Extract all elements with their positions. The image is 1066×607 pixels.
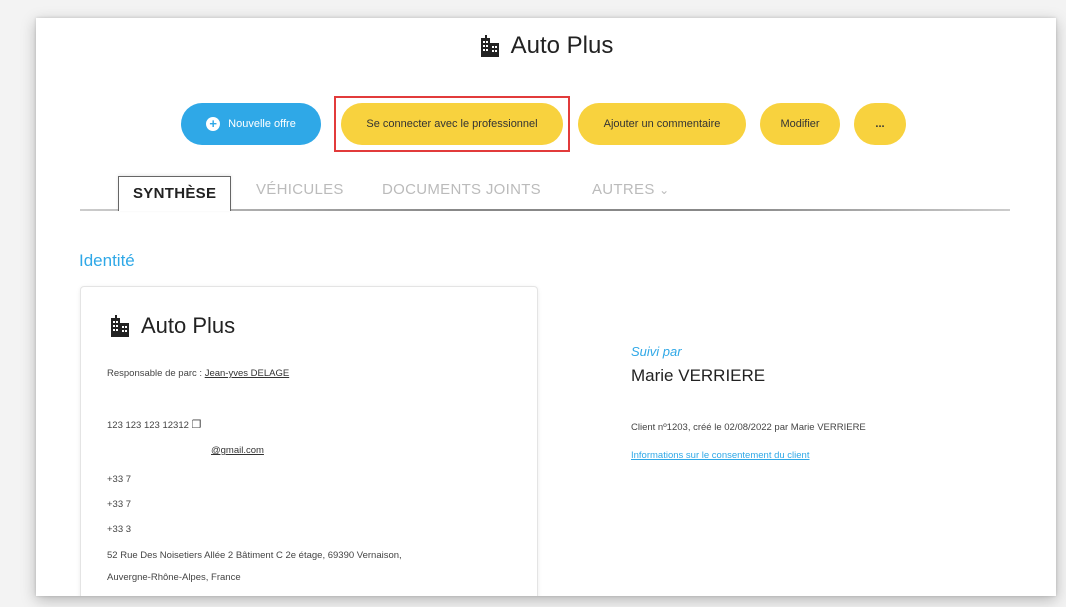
address-line-1: 52 Rue Des Noisetiers Allée 2 Bâtiment C…: [107, 550, 402, 561]
tab-synthese[interactable]: SYNTHÈSE: [118, 176, 232, 211]
address-line-2: Auvergne-Rhône-Alpes, France: [107, 572, 241, 583]
plus-icon: +: [206, 117, 221, 131]
email-link[interactable]: @gmail.com: [211, 445, 264, 456]
siret-value: 123 123 123 12312: [107, 420, 189, 431]
tab-vehicules[interactable]: VÉHICULES: [256, 181, 344, 198]
building-icon: [480, 35, 499, 57]
phone-1: +33 7: [107, 474, 132, 485]
copy-icon[interactable]: ❐: [192, 419, 202, 431]
connect-professional-button[interactable]: Se connecter avec le professionnel: [341, 103, 563, 145]
tab-bar: SYNTHÈSE VÉHICULES DOCUMENTS JOINTS AUTR…: [80, 171, 1010, 215]
tab-autres[interactable]: AUTRES ⌄: [592, 181, 669, 198]
manager-line: Responsable de parc : Jean-yves DELAGE: [107, 368, 289, 379]
more-button[interactable]: ...: [854, 103, 906, 145]
manager-label: Responsable de parc :: [107, 368, 203, 379]
followed-by-name: Marie VERRIERE: [631, 366, 766, 385]
new-offer-label: Nouvelle offre: [228, 118, 296, 130]
chevron-down-icon: ⌄: [659, 183, 670, 197]
consent-link[interactable]: Informations sur le consentement du clie…: [631, 450, 809, 461]
tab-autres-label: AUTRES: [592, 181, 655, 198]
new-offer-button[interactable]: + Nouvelle offre: [181, 103, 321, 145]
add-comment-button[interactable]: Ajouter un commentaire: [578, 103, 746, 145]
followed-by-block: Suivi par Marie VERRIERE Client nº1203, …: [631, 344, 866, 461]
edit-button[interactable]: Modifier: [760, 103, 840, 145]
client-info: Client nº1203, créé le 02/08/2022 par Ma…: [631, 422, 866, 433]
phone-3: +33 3: [107, 524, 132, 535]
identity-section-title: Identité: [79, 251, 135, 270]
action-bar: + Nouvelle offre Se connecter avec le pr…: [181, 96, 906, 152]
building-icon: [111, 315, 129, 337]
client-window: Auto Plus + Nouvelle offre Se connecter …: [36, 18, 1056, 596]
manager-link[interactable]: Jean-yves DELAGE: [205, 368, 289, 379]
identity-card: Auto Plus Responsable de parc : Jean-yve…: [80, 286, 538, 596]
followed-by-label: Suivi par: [631, 344, 682, 359]
siret-line: 123 123 123 12312 ❐: [107, 418, 201, 431]
page-header: Auto Plus: [36, 32, 1056, 60]
identity-name: Auto Plus: [141, 313, 236, 338]
tab-documents[interactable]: DOCUMENTS JOINTS: [382, 181, 541, 198]
phone-2: +33 7: [107, 499, 132, 510]
highlight-box: Se connecter avec le professionnel: [334, 96, 570, 152]
page-title: Auto Plus: [510, 32, 614, 59]
identity-card-header: Auto Plus: [109, 313, 235, 339]
